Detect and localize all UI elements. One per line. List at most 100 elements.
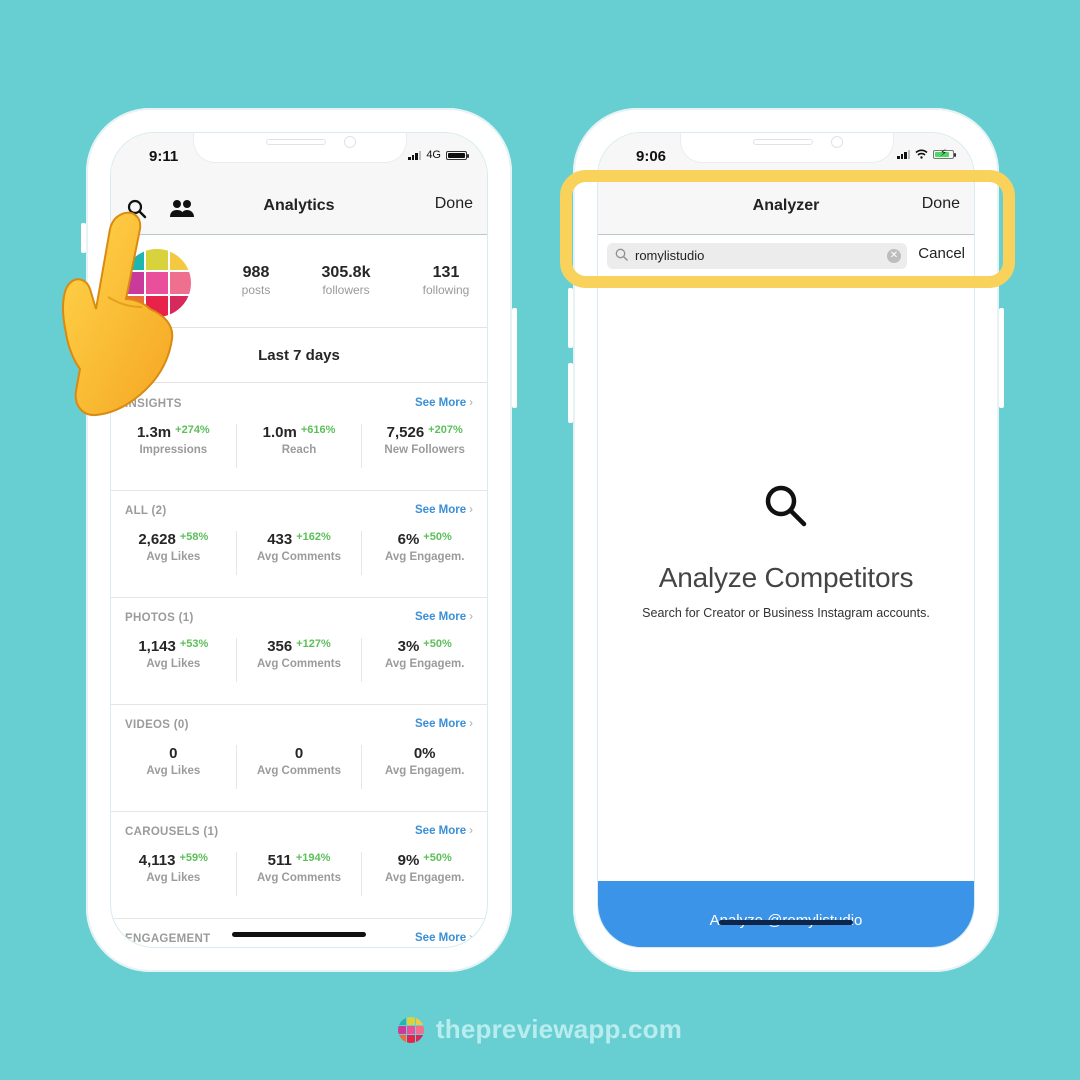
metric-value: 511	[267, 852, 292, 869]
metric-value: 9%	[397, 852, 420, 869]
metric-value: 433	[267, 531, 293, 548]
avatar-tile	[415, 1016, 424, 1025]
see-more-label: See More	[415, 932, 467, 944]
camera	[831, 136, 843, 148]
metric: 3% +50% Avg Engagem.	[361, 638, 487, 682]
see-more-link[interactable]: See More ›	[415, 825, 473, 837]
metric-change: +50%	[423, 531, 452, 543]
avatar-tile	[397, 1025, 406, 1034]
avatar-tile	[415, 1025, 424, 1034]
metric: 1.3m +274% Impressions	[111, 424, 236, 468]
chevron-right-icon: ›	[469, 718, 473, 730]
stat-label: followers	[322, 283, 370, 297]
status-time: 9:11	[149, 148, 179, 165]
metric-label: Avg Likes	[146, 551, 201, 563]
avatar-tile	[406, 1025, 415, 1034]
network-label: 4G	[426, 149, 441, 161]
empty-state-title: Analyze Competitors	[658, 562, 914, 593]
metrics-row: 0 Avg Likes 0 Avg Comments 0% Avg Engagem.	[111, 745, 487, 789]
stat-posts: 988 posts	[211, 264, 301, 297]
analyze-button[interactable]: Analyze @romylistudio	[598, 881, 974, 947]
section-title: ENGAGEMENT	[125, 933, 211, 945]
stat-value: 131	[432, 264, 460, 281]
metric-label: New Followers	[384, 444, 465, 456]
see-more-label: See More	[415, 718, 467, 730]
chevron-right-icon: ›	[469, 397, 473, 409]
metric-value: 1.3m	[136, 424, 172, 441]
see-more-link[interactable]: See More ›	[415, 397, 473, 409]
metric-change: +274%	[175, 424, 210, 436]
metric: 2,628 +58% Avg Likes	[111, 531, 236, 575]
see-more-link[interactable]: See More ›	[415, 718, 473, 730]
stat-value: 305.8k	[321, 264, 371, 281]
see-more-label: See More	[415, 504, 467, 516]
see-more-link[interactable]: See More ›	[415, 932, 473, 944]
metric-value: 4,113	[138, 852, 176, 869]
highlight-annotation	[560, 170, 1015, 288]
metric: 0 Avg Comments	[235, 745, 362, 789]
see-more-link[interactable]: See More ›	[415, 504, 473, 516]
status-time: 9:06	[636, 148, 667, 165]
metric-label: Reach	[281, 444, 317, 456]
section-videos: VIDEOS (0) See More › 0 Avg Likes 0 Avg Commen…	[111, 705, 487, 812]
section-title: PHOTOS (1)	[125, 612, 194, 624]
metric: 0 Avg Likes	[111, 745, 236, 789]
metric-label: Avg Likes	[146, 765, 201, 777]
see-more-label: See More	[415, 825, 467, 837]
section-photos: PHOTOS (1) See More › 1,143 +53% Avg Likes 356…	[111, 598, 487, 705]
metric-change: +162%	[296, 531, 331, 543]
metric-change: +207%	[428, 424, 463, 436]
footer-brand: thepreviewapp.com	[0, 1014, 1080, 1045]
metric-value: 1,143	[138, 638, 176, 655]
phone-side-button	[512, 308, 517, 408]
brand-text[interactable]: thepreviewapp.com	[436, 1014, 682, 1045]
metric-change: +50%	[423, 638, 452, 650]
signal-icon	[897, 149, 910, 159]
metric: 1,143 +53% Avg Likes	[111, 638, 236, 682]
phone-notch	[193, 133, 407, 163]
section-carousels: CAROUSELS (1) See More › 4,113 +59% Avg Likes…	[111, 812, 487, 919]
metrics-row: 1.3m +274% Impressions 1.0m +616% Reach 7,526 +…	[111, 424, 487, 468]
status-icons: ⚡	[897, 148, 956, 159]
metric-label: Avg Likes	[146, 658, 201, 670]
stat-value: 988	[242, 264, 270, 281]
metric-change: +59%	[179, 852, 208, 864]
metric-change: +58%	[179, 531, 209, 543]
camera	[344, 136, 356, 148]
section-title: ALL (2)	[125, 505, 167, 517]
avatar-tile	[406, 1034, 415, 1043]
metric-value: 1.0m	[262, 424, 297, 441]
metric-label: Avg Comments	[257, 765, 341, 777]
metric-change: +50%	[423, 852, 452, 864]
done-button[interactable]: Done	[435, 195, 473, 213]
metric-value: 0	[294, 745, 304, 762]
metric-label: Impressions	[139, 444, 208, 456]
stat-label: posts	[241, 283, 271, 297]
empty-state: Analyze Competitors Search for Creator o…	[598, 483, 974, 620]
stat-followers: 305.8k followers	[301, 264, 391, 297]
metric: 356 +127% Avg Comments	[235, 638, 362, 682]
stat-label: following	[422, 283, 470, 297]
see-more-label: See More	[415, 611, 467, 623]
metric-value: 3%	[397, 638, 420, 655]
metric: 511 +194% Avg Comments	[235, 852, 362, 896]
chevron-right-icon: ›	[469, 825, 473, 837]
section-all: ALL (2) See More › 2,628 +58% Avg Likes 433 +16…	[111, 491, 487, 598]
section-title: VIDEOS (0)	[125, 719, 189, 731]
phone-side-button	[568, 288, 573, 348]
brand-logo	[397, 1016, 424, 1043]
home-indicator	[232, 932, 366, 937]
metric-value: 0	[169, 745, 178, 762]
speaker	[753, 139, 813, 145]
metrics-row: 2,628 +58% Avg Likes 433 +162% Avg Comments 6%…	[111, 531, 487, 575]
metric-label: Avg Likes	[146, 872, 201, 884]
wifi-icon	[915, 149, 928, 159]
speaker	[266, 139, 326, 145]
section-title: CAROUSELS (1)	[125, 826, 219, 838]
metrics-row: 4,113 +59% Avg Likes 511 +194% Avg Comments 9%…	[111, 852, 487, 896]
see-more-label: See More	[415, 397, 467, 409]
see-more-link[interactable]: See More ›	[415, 611, 473, 623]
avatar-tile	[397, 1016, 406, 1025]
chevron-right-icon: ›	[469, 504, 473, 516]
metric-value: 356	[267, 638, 293, 655]
